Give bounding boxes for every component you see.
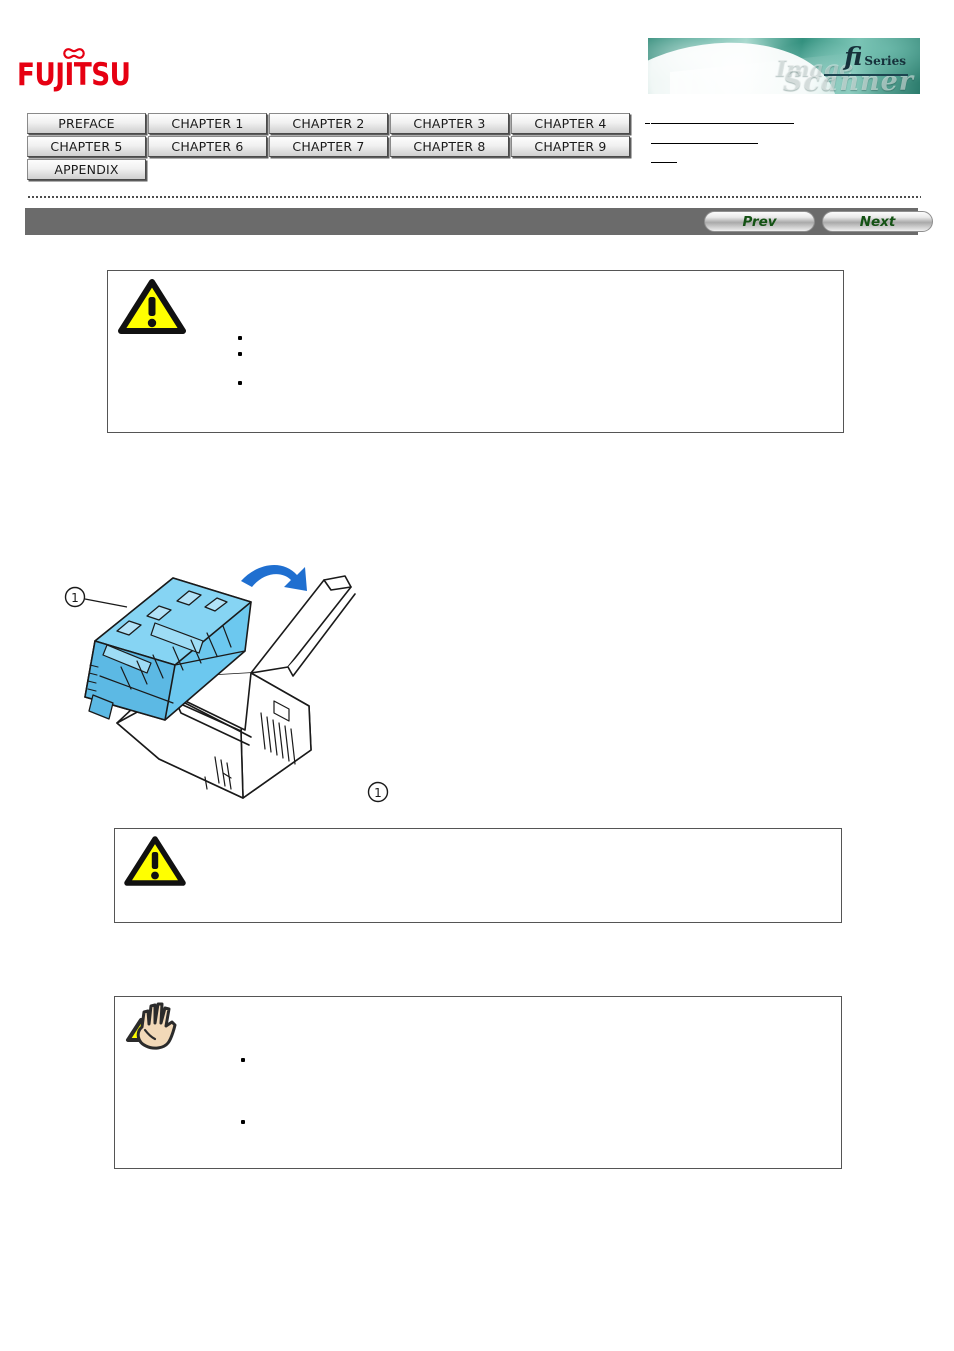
fi-series-mark: fi Series bbox=[844, 44, 906, 69]
fi-mark-underline bbox=[824, 74, 908, 76]
fi-series-banner: Image Scanner fi Series bbox=[648, 38, 920, 94]
warning-notice-box-1 bbox=[107, 270, 844, 433]
rotation-arrow-icon bbox=[241, 564, 307, 591]
nav-rule-tick bbox=[645, 123, 650, 124]
warning-triangle-icon bbox=[118, 279, 186, 334]
nav-button-chapter-9[interactable]: CHAPTER 9 bbox=[511, 136, 630, 157]
figure-callout-1: 1 bbox=[367, 781, 389, 803]
warning-triangle-icon bbox=[124, 836, 186, 886]
nav-button-preface[interactable]: PREFACE bbox=[27, 113, 146, 134]
chapter-navigation: PREFACE CHAPTER 1 CHAPTER 2 CHAPTER 3 CH… bbox=[27, 113, 647, 182]
nav-button-chapter-1[interactable]: CHAPTER 1 bbox=[148, 113, 267, 134]
attention-notice-box bbox=[114, 996, 842, 1169]
notice-bullet bbox=[238, 381, 242, 385]
dotted-divider bbox=[28, 196, 921, 198]
nav-rule-line-3 bbox=[651, 162, 677, 163]
nav-button-chapter-4[interactable]: CHAPTER 4 bbox=[511, 113, 630, 134]
nav-row-2: CHAPTER 5 CHAPTER 6 CHAPTER 7 CHAPTER 8 … bbox=[27, 136, 647, 157]
scanner-adf-open-illustration: 1 bbox=[64, 564, 356, 799]
notice-bullet bbox=[241, 1120, 245, 1124]
prev-button[interactable]: Prev bbox=[704, 211, 815, 232]
notice-bullet bbox=[238, 352, 242, 356]
notice-bullet bbox=[241, 1058, 245, 1062]
fujitsu-logo: FUJITSU bbox=[17, 48, 137, 94]
fujitsu-wordmark: FUJITSU bbox=[17, 57, 131, 93]
notice-bullet bbox=[238, 336, 242, 340]
next-button[interactable]: Next bbox=[822, 211, 933, 232]
nav-rule-line-2 bbox=[651, 143, 758, 144]
warning-notice-box-2 bbox=[114, 828, 842, 923]
nav-rule-line-1 bbox=[651, 123, 794, 124]
nav-button-appendix[interactable]: APPENDIX bbox=[27, 159, 146, 180]
nav-row-1: PREFACE CHAPTER 1 CHAPTER 2 CHAPTER 3 CH… bbox=[27, 113, 647, 134]
nav-button-chapter-6[interactable]: CHAPTER 6 bbox=[148, 136, 267, 157]
page-toolbar: Prev Next bbox=[25, 208, 933, 235]
svg-text:1: 1 bbox=[71, 591, 79, 605]
svg-text:1: 1 bbox=[374, 786, 382, 800]
nav-row-3: APPENDIX bbox=[27, 159, 647, 180]
nav-button-chapter-8[interactable]: CHAPTER 8 bbox=[390, 136, 509, 157]
hand-stop-icon bbox=[126, 1002, 177, 1050]
nav-button-chapter-7[interactable]: CHAPTER 7 bbox=[269, 136, 388, 157]
series-mark-text: Series bbox=[864, 54, 906, 68]
fi-mark-text: fi bbox=[844, 42, 863, 71]
nav-button-chapter-3[interactable]: CHAPTER 3 bbox=[390, 113, 509, 134]
nav-button-chapter-2[interactable]: CHAPTER 2 bbox=[269, 113, 388, 134]
nav-button-chapter-5[interactable]: CHAPTER 5 bbox=[27, 136, 146, 157]
